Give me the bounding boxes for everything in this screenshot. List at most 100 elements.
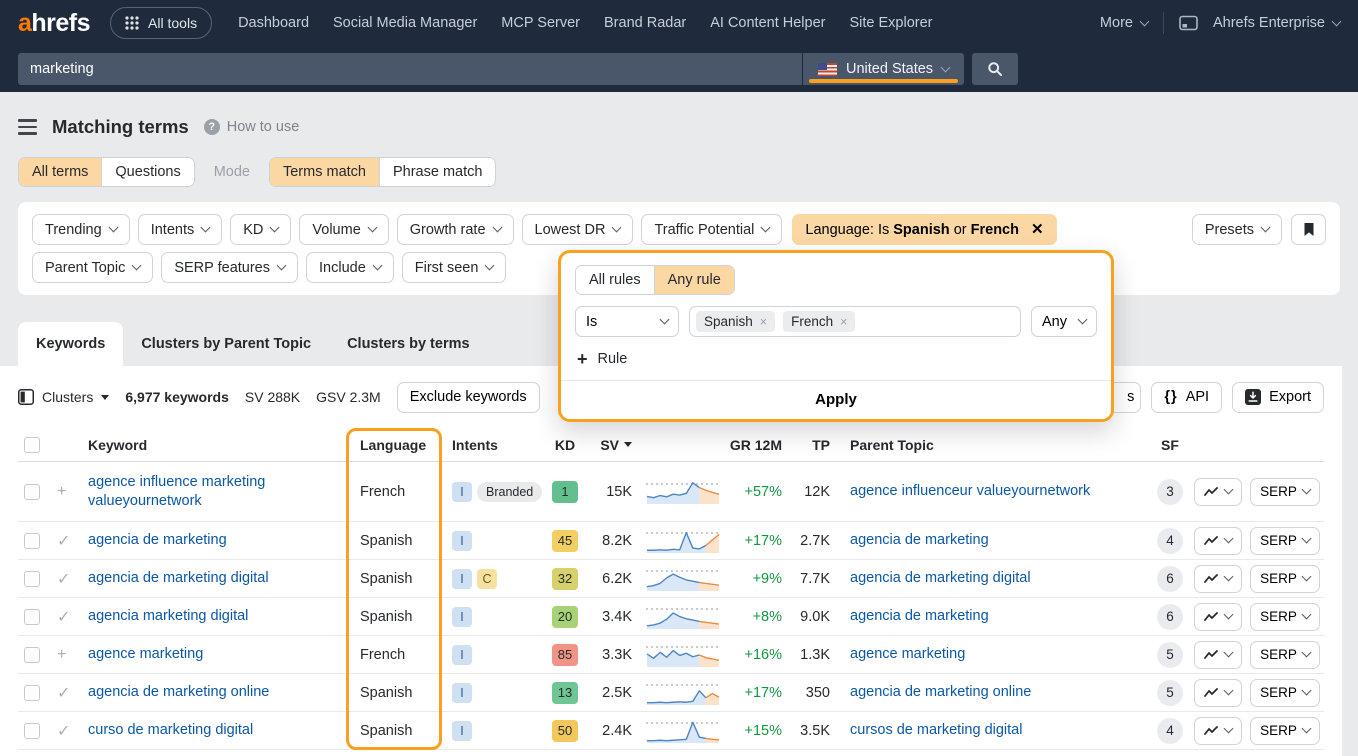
search-input[interactable] (18, 53, 802, 85)
filter-intents[interactable]: Intents (138, 214, 223, 245)
api-button[interactable]: {}API (1151, 382, 1222, 413)
clusters-dropdown[interactable]: Clusters (18, 389, 109, 405)
filter-trending[interactable]: Trending (32, 214, 130, 245)
toggle-all-terms[interactable]: All terms (19, 158, 102, 186)
tab-keywords[interactable]: Keywords (18, 322, 123, 366)
parent-topic-link[interactable]: agencia de marketing (850, 532, 989, 548)
parent-topic-link[interactable]: agence influenceur valueyournetwork (850, 483, 1090, 499)
col-language[interactable]: Language (346, 437, 442, 453)
col-keyword[interactable]: Keyword (88, 437, 346, 453)
how-to-use-link[interactable]: ? How to use (204, 119, 300, 135)
toggle-terms-match[interactable]: Terms match (270, 158, 380, 186)
row-checkbox[interactable] (24, 647, 40, 663)
row-checkbox[interactable] (24, 571, 40, 587)
export-button[interactable]: Export (1232, 382, 1324, 413)
language-tags-input[interactable]: Spanish×French× (689, 306, 1021, 337)
serp-button[interactable]: SERP (1250, 478, 1320, 506)
serp-button[interactable]: SERP (1250, 527, 1320, 555)
serp-button[interactable]: SERP (1250, 679, 1320, 707)
filter-volume[interactable]: Volume (299, 214, 388, 245)
nav-item-mcp-server[interactable]: MCP Server (501, 15, 580, 31)
toggle-phrase-match[interactable]: Phrase match (380, 158, 495, 186)
serp-button[interactable]: SERP (1250, 565, 1320, 593)
add-rule-button[interactable]: + Rule (577, 350, 647, 368)
trend-chart-button[interactable] (1194, 717, 1242, 745)
trend-chart-button[interactable] (1194, 641, 1242, 669)
filter-first-seen[interactable]: First seen (402, 252, 507, 283)
all-tools-button[interactable]: All tools (110, 7, 212, 39)
col-sv[interactable]: SV (588, 437, 638, 453)
parent-topic-link[interactable]: agence marketing (850, 646, 965, 662)
serp-button[interactable]: SERP (1250, 717, 1320, 745)
trend-chart-button[interactable] (1194, 527, 1242, 555)
parent-topic-link[interactable]: agencia de marketing online (850, 684, 1031, 700)
enterprise-menu[interactable]: Ahrefs Enterprise (1213, 15, 1340, 31)
more-menu[interactable]: More (1100, 15, 1148, 31)
add-icon[interactable]: + (48, 483, 88, 501)
trend-chart-button[interactable] (1194, 679, 1242, 707)
remove-tag-icon[interactable]: × (760, 315, 767, 329)
check-icon[interactable]: ✓ (48, 607, 88, 627)
trend-chart-button[interactable] (1194, 478, 1242, 506)
presets-button[interactable]: Presets (1192, 214, 1282, 245)
match-mode-select[interactable]: Any (1031, 306, 1097, 337)
select-all-checkbox[interactable] (24, 437, 40, 453)
filter-traffic-potential[interactable]: Traffic Potential (641, 214, 782, 245)
trend-chart-button[interactable] (1194, 603, 1242, 631)
parent-topic-link[interactable]: cursos de marketing digital (850, 722, 1022, 738)
col-tp[interactable]: TP (788, 437, 836, 453)
col-intents[interactable]: Intents (442, 437, 542, 453)
row-checkbox[interactable] (24, 484, 40, 500)
keyword-link[interactable]: agencia de marketing (88, 532, 227, 548)
search-submit-button[interactable] (972, 53, 1018, 85)
trend-chart-button[interactable] (1194, 565, 1242, 593)
parent-topic-link[interactable]: agencia de marketing (850, 608, 989, 624)
country-selector[interactable]: United States (803, 53, 964, 85)
col-gr[interactable]: GR 12M (728, 437, 788, 453)
filter-parent-topic[interactable]: Parent Topic (32, 252, 153, 283)
check-icon[interactable]: ✓ (48, 531, 88, 551)
filter-serp-features[interactable]: SERP features (161, 252, 298, 283)
nav-item-ai-content-helper[interactable]: AI Content Helper (710, 15, 825, 31)
nav-item-social-media-manager[interactable]: Social Media Manager (333, 15, 477, 31)
remove-tag-icon[interactable]: × (840, 315, 847, 329)
keyword-link[interactable]: agencia de marketing online (88, 684, 269, 700)
nav-item-site-explorer[interactable]: Site Explorer (849, 15, 932, 31)
close-icon[interactable]: ✕ (1031, 222, 1044, 237)
serp-button[interactable]: SERP (1250, 641, 1320, 669)
tab-clusters-by-terms[interactable]: Clusters by terms (329, 322, 488, 366)
save-filters-button[interactable] (1291, 214, 1326, 245)
col-sf[interactable]: SF (1150, 437, 1190, 453)
keyword-link[interactable]: agence influence marketing valueyournetw… (88, 474, 265, 509)
tab-clusters-by-parent-topic[interactable]: Clusters by Parent Topic (123, 322, 329, 366)
filter-growth-rate[interactable]: Growth rate (397, 214, 514, 245)
rule-any-rule[interactable]: Any rule (655, 266, 734, 294)
parent-topic-link[interactable]: agencia de marketing digital (850, 570, 1031, 586)
keyword-link[interactable]: curso de marketing digital (88, 722, 253, 738)
add-icon[interactable]: + (48, 646, 88, 664)
row-checkbox[interactable] (24, 685, 40, 701)
row-checkbox[interactable] (24, 533, 40, 549)
row-checkbox[interactable] (24, 609, 40, 625)
exclude-keywords-button[interactable]: Exclude keywords (397, 382, 540, 413)
check-icon[interactable]: ✓ (48, 683, 88, 703)
keyword-link[interactable]: agence marketing (88, 646, 203, 662)
toggle-questions[interactable]: Questions (102, 158, 193, 186)
serp-button[interactable]: SERP (1250, 603, 1320, 631)
operator-select[interactable]: Is (575, 306, 679, 337)
filter-kd[interactable]: KD (230, 214, 291, 245)
menu-icon[interactable] (18, 119, 37, 135)
display-icon[interactable] (1179, 15, 1198, 31)
row-checkbox[interactable] (24, 723, 40, 739)
apply-button[interactable]: Apply (561, 380, 1111, 419)
ahrefs-logo[interactable]: ahrefs (18, 9, 90, 38)
keyword-link[interactable]: agencia marketing digital (88, 608, 248, 624)
col-kd[interactable]: KD (542, 437, 588, 453)
filter-include[interactable]: Include (306, 252, 394, 283)
check-icon[interactable]: ✓ (48, 721, 88, 741)
col-parent-topic[interactable]: Parent Topic (836, 437, 1150, 453)
nav-item-brand-radar[interactable]: Brand Radar (604, 15, 686, 31)
language-filter-pill[interactable]: Language: Is Spanish or French ✕ (792, 214, 1056, 245)
check-icon[interactable]: ✓ (48, 569, 88, 589)
keyword-link[interactable]: agencia de marketing digital (88, 570, 269, 586)
